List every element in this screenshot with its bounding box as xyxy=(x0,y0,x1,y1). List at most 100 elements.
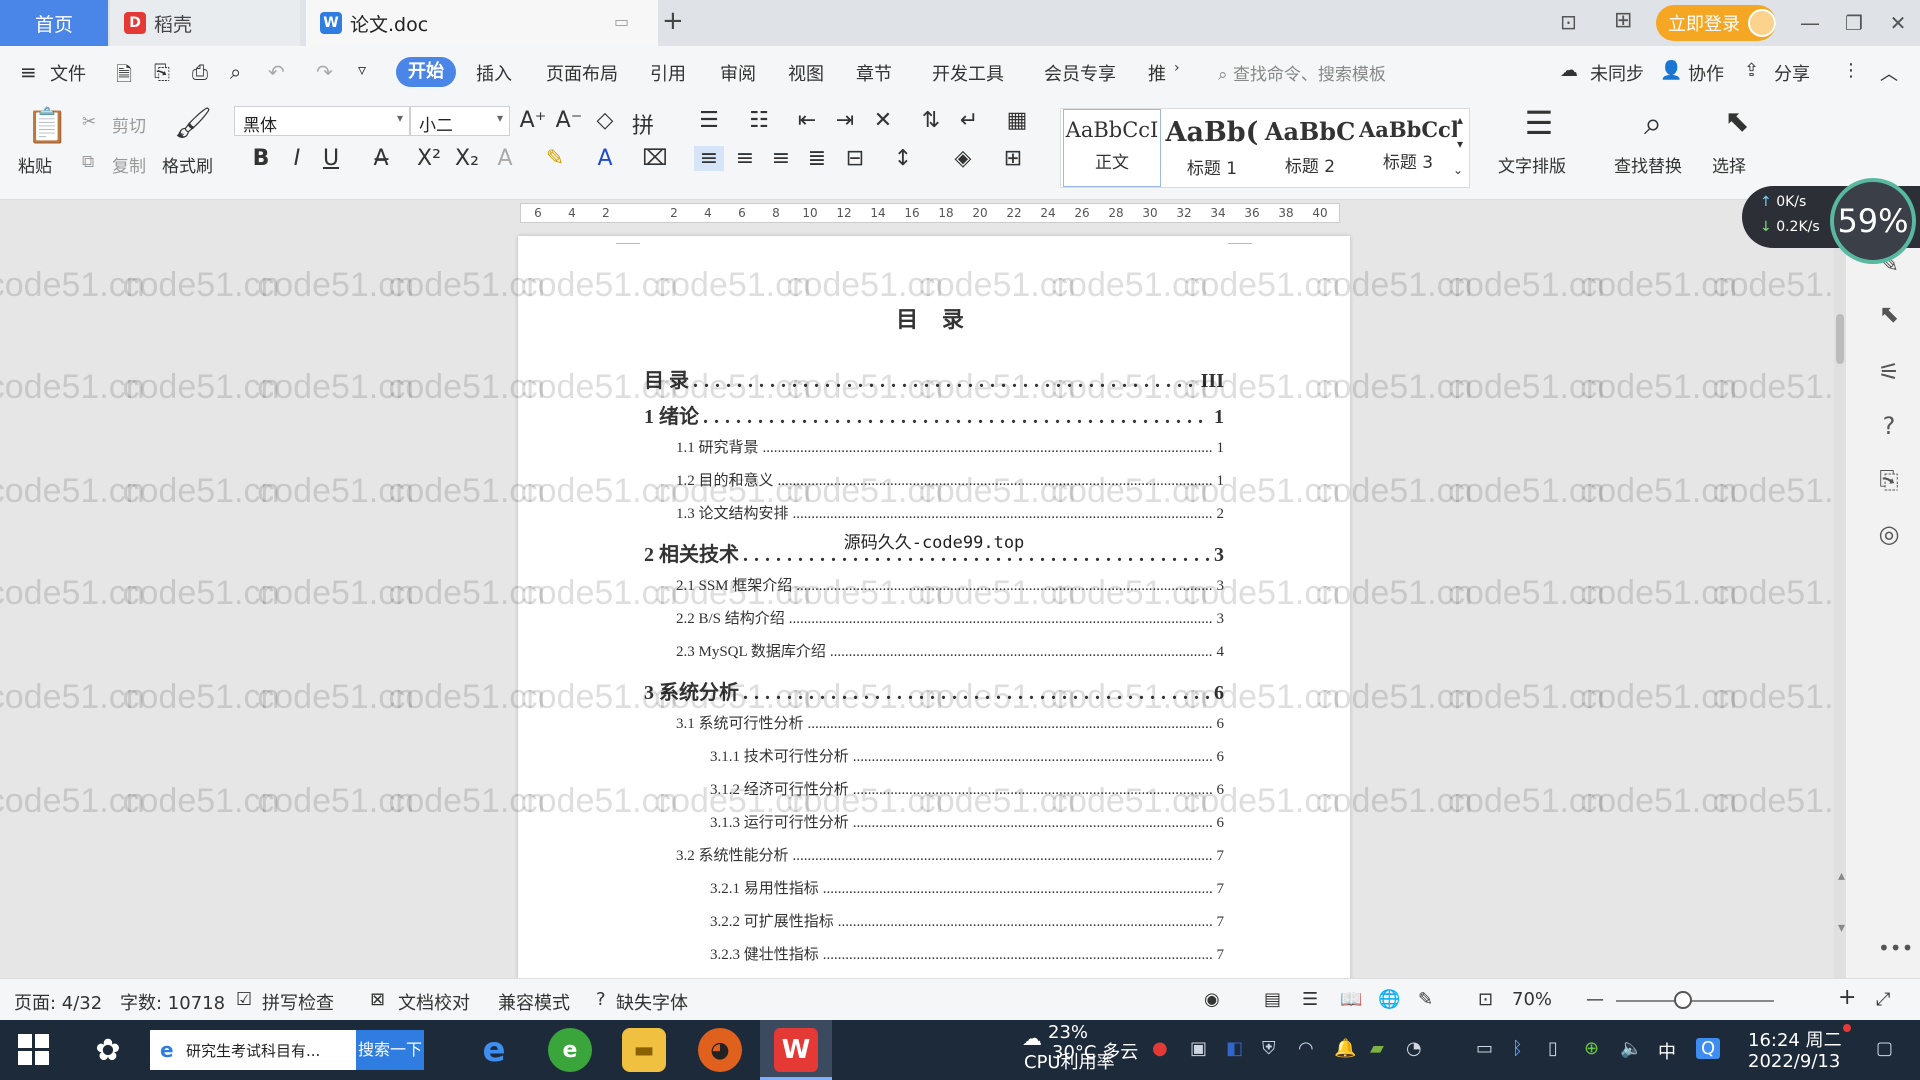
distribute-icon[interactable]: ⊟ xyxy=(840,146,870,171)
tab-home[interactable]: 首页 xyxy=(0,0,108,46)
menu-review[interactable]: 审阅 xyxy=(720,60,756,86)
tray-app-icon[interactable]: ▣ xyxy=(1190,1038,1207,1059)
toc-entry[interactable]: 3.2 系统性能分析 7 xyxy=(518,844,1350,865)
shield-icon[interactable]: ⛨ xyxy=(1262,1038,1276,1059)
print-icon[interactable]: ⎙ xyxy=(192,60,208,84)
wps-taskbar-button[interactable]: W xyxy=(760,1020,832,1080)
scroll-down-icon[interactable]: ▾ xyxy=(1838,920,1845,936)
zoom-in-icon[interactable]: + xyxy=(1838,985,1856,1010)
phonetic-icon[interactable]: 拼 xyxy=(628,108,658,140)
page-indicator[interactable]: 页面: 4/32 xyxy=(14,989,102,1015)
zoom-slider-handle[interactable] xyxy=(1674,991,1692,1009)
bullet-list-icon[interactable]: ☰ xyxy=(694,108,724,133)
tray-app-icon[interactable]: ▰ xyxy=(1370,1038,1384,1059)
menu-reference[interactable]: 引用 xyxy=(650,60,686,86)
cut-icon[interactable]: ✂ xyxy=(82,112,96,132)
increase-indent-icon[interactable]: ⇥ xyxy=(830,108,860,133)
copy-button[interactable]: 复制 xyxy=(112,152,146,177)
subscript-icon[interactable]: X₂ xyxy=(452,146,482,171)
taskbar-app-icon[interactable]: ✿ xyxy=(86,1028,130,1072)
toc-entry[interactable]: 3.1.1 技术可行性分析 6 xyxy=(518,745,1350,766)
select-cursor-icon[interactable]: ⬉ xyxy=(1722,104,1752,139)
document-page[interactable]: 目 录 目 录 III 1 绪论 1 1.1 研究背景 1 1.2 目的和意义 1 1.3 论文… xyxy=(518,236,1350,978)
export-pdf-icon[interactable]: ⎘ xyxy=(154,60,170,84)
wifi-icon[interactable]: ◠ xyxy=(1298,1038,1314,1059)
tab-document[interactable]: W 论文.doc ▭ xyxy=(306,0,658,46)
more-options-icon[interactable]: ⋮ xyxy=(1842,60,1860,81)
document-helper-icon[interactable]: ⎘ xyxy=(1874,466,1904,494)
align-center-icon[interactable]: ≡ xyxy=(730,146,760,171)
tray-app-icon[interactable]: ◧ xyxy=(1226,1038,1243,1059)
clock-time[interactable]: 16:24 周二 xyxy=(1748,1026,1842,1052)
text-effect-icon[interactable]: A xyxy=(490,146,520,171)
proofread-icon[interactable]: ⊠ xyxy=(370,989,385,1010)
text-layout-button[interactable]: 文字排版 xyxy=(1498,152,1566,177)
grow-font-icon[interactable]: A⁺ xyxy=(518,108,548,133)
style-heading-2[interactable]: AaBbC 标题 2 xyxy=(1261,109,1359,187)
reading-view-icon[interactable]: 📖 xyxy=(1340,989,1362,1010)
menu-file[interactable]: 文件 xyxy=(50,60,86,86)
show-desktop-icon[interactable]: ▢ xyxy=(1876,1038,1893,1059)
weather-cloud-icon[interactable]: ☁ xyxy=(1022,1026,1042,1050)
shrink-font-icon[interactable]: A⁻ xyxy=(554,108,584,133)
menu-collab[interactable]: 协作 xyxy=(1688,60,1724,86)
toc-entry[interactable]: 1 绪论 1 xyxy=(518,400,1350,429)
spell-check-button[interactable]: 拼写检查 xyxy=(262,989,334,1015)
login-button[interactable]: 立即登录 xyxy=(1656,5,1776,41)
more-icon[interactable]: ••• xyxy=(1878,936,1913,960)
toc-entry[interactable]: 1.3 论文结构安排 2 xyxy=(518,502,1350,523)
toc-entry[interactable]: 1.2 目的和意义 1 xyxy=(518,469,1350,490)
toc-entry[interactable]: 2.1 SSM 框架介绍 3 xyxy=(518,574,1350,595)
page-view-icon[interactable]: ▤ xyxy=(1264,989,1281,1010)
horizontal-ruler[interactable]: 6 4 2 2 4 6 8 10 12 14 16 18 20 22 24 26 28 30 32 34 36 38 40 xyxy=(520,203,1340,223)
copy-icon[interactable]: ⧉ xyxy=(82,152,94,172)
vertical-scrollbar[interactable] xyxy=(1834,226,1846,978)
print-preview-icon[interactable]: ⌕ xyxy=(230,60,241,84)
file-explorer-icon[interactable]: ▬ xyxy=(622,1028,666,1072)
zoom-level[interactable]: 70% xyxy=(1512,989,1552,1010)
missing-font-icon[interactable]: ? xyxy=(596,989,606,1010)
minimize-icon[interactable]: — xyxy=(1788,11,1832,35)
underline-icon[interactable]: U xyxy=(316,146,346,171)
toc-entry[interactable]: 2.2 B/S 结构介绍 3 xyxy=(518,607,1350,628)
ie-browser-icon[interactable]: e xyxy=(472,1028,516,1072)
cut-button[interactable]: 剪切 xyxy=(112,112,146,137)
format-painter-button[interactable]: 格式刷 xyxy=(162,152,213,177)
menu-chapter[interactable]: 章节 xyxy=(856,60,892,86)
toc-entry[interactable]: 3.1.2 经济可行性分析 6 xyxy=(518,778,1350,799)
line-spacing-icon[interactable]: ↕ xyxy=(888,146,918,171)
save-icon[interactable]: 🗎 xyxy=(116,60,132,94)
chinese-layout-icon[interactable]: ✕ xyxy=(868,108,898,133)
gallery-scroll-up-icon[interactable]: ▴ xyxy=(1457,113,1463,127)
select-button[interactable]: 选择 xyxy=(1712,152,1746,177)
taskbar-search-button[interactable]: 搜索一下 xyxy=(356,1030,424,1070)
font-name-select[interactable]: 黑体 ▾ xyxy=(234,106,410,136)
strikethrough-icon[interactable]: A̶ xyxy=(366,146,396,171)
menu-share[interactable]: 分享 xyxy=(1774,60,1810,86)
input-method-icon[interactable]: Q xyxy=(1696,1038,1721,1059)
menu-start[interactable]: 开始 xyxy=(396,57,456,87)
format-painter-icon[interactable]: 🖌 xyxy=(174,106,212,141)
toc-entry[interactable]: 3.2.2 可扩展性指标 7 xyxy=(518,910,1350,931)
write-view-icon[interactable]: ✎ xyxy=(1418,989,1433,1010)
font-color-icon[interactable]: A xyxy=(590,146,620,171)
sync-status[interactable]: 未同步 xyxy=(1590,60,1644,86)
text-layout-icon[interactable]: ☰ xyxy=(1524,104,1554,142)
show-marks-icon[interactable]: ↵ xyxy=(954,108,984,133)
app-icon[interactable]: ◕ xyxy=(698,1028,742,1072)
borders-icon[interactable]: ⊞ xyxy=(998,146,1028,171)
qq-icon[interactable]: ◔ xyxy=(1406,1038,1422,1059)
clock-date[interactable]: 2022/9/13 xyxy=(1748,1051,1840,1072)
restore-icon[interactable]: ❐ xyxy=(1832,11,1876,35)
scroll-up-icon[interactable]: ▴ xyxy=(1838,868,1845,884)
toc-entry[interactable]: 3 系统分析 6 xyxy=(518,676,1350,705)
bold-icon[interactable]: B xyxy=(246,146,276,171)
bluetooth-icon[interactable]: ᛒ xyxy=(1512,1038,1523,1059)
gallery-scroll-down-icon[interactable]: ▾ xyxy=(1457,137,1463,151)
settings-sliders-icon[interactable]: ⚟ xyxy=(1874,358,1904,386)
tab-daoke[interactable]: D 稻壳 xyxy=(110,0,300,46)
sort-icon[interactable]: ⇅ xyxy=(916,108,946,133)
toc-entry[interactable]: 3.1 系统可行性分析 6 xyxy=(518,712,1350,733)
customize-chevron-down-icon[interactable]: ▿ xyxy=(358,60,366,79)
volume-icon[interactable]: 🔈 xyxy=(1620,1038,1642,1059)
